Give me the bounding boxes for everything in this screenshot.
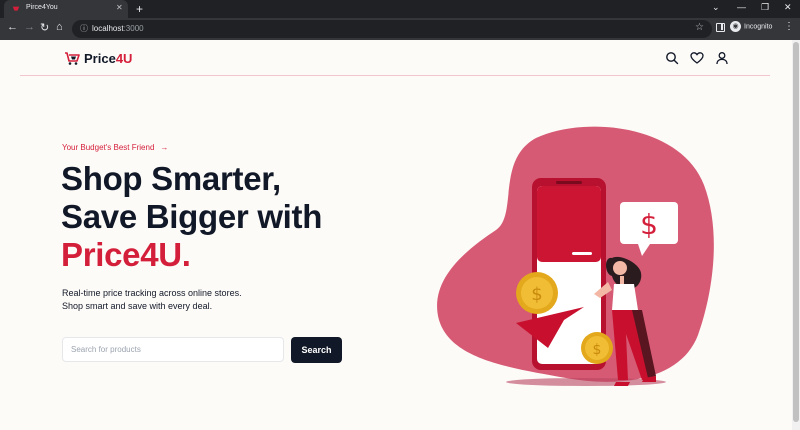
tab-search-icon[interactable]: ⌄ xyxy=(712,2,720,13)
url-text: localhost:3000 xyxy=(92,24,144,33)
arrow-right-icon: → xyxy=(160,143,169,152)
browser-toolbar: ← → ↻ ⌂ ⓘ localhost:3000 ☆ ◉ Incognito ⋮ xyxy=(0,18,800,40)
browser-tabstrip: Pirce4You ✕ + ⌄ — ❐ ✕ xyxy=(0,0,800,18)
search-button[interactable]: Search xyxy=(291,337,342,363)
search-icon[interactable] xyxy=(665,51,679,65)
coin-illustration: $ xyxy=(516,272,558,314)
page-content: Price4U Your Budget's Best Friend → Shop … xyxy=(0,40,792,430)
side-panel-icon[interactable] xyxy=(716,23,725,32)
tagline-link[interactable]: Your Budget's Best Friend → xyxy=(62,143,168,152)
close-tab-icon[interactable]: ✕ xyxy=(116,3,123,12)
new-tab-button[interactable]: + xyxy=(136,2,143,16)
tab-title: Pirce4You xyxy=(26,4,58,11)
incognito-indicator[interactable]: ◉ Incognito xyxy=(730,21,772,32)
reload-button[interactable]: ↻ xyxy=(40,21,49,34)
close-window-button[interactable]: ✕ xyxy=(784,2,792,13)
incognito-icon: ◉ xyxy=(730,21,741,32)
restore-button[interactable]: ❐ xyxy=(761,2,769,13)
scrollbar-thumb[interactable] xyxy=(793,42,799,422)
minimize-button[interactable]: — xyxy=(737,2,746,12)
svg-text:$: $ xyxy=(593,342,602,358)
forward-button[interactable]: → xyxy=(24,21,35,33)
header-divider xyxy=(20,75,770,76)
logo[interactable]: Price4U xyxy=(64,50,132,66)
favicon-icon xyxy=(12,6,20,11)
cart-logo-icon xyxy=(65,52,80,65)
svg-text:$: $ xyxy=(640,208,658,241)
user-icon[interactable] xyxy=(715,51,729,65)
search-input[interactable] xyxy=(62,337,284,362)
hero-illustration: $ $ $ xyxy=(437,126,714,386)
coin-illustration: $ xyxy=(581,332,613,364)
hero-headline: Shop Smarter, Save Bigger with Price4U. xyxy=(61,160,323,273)
heart-icon[interactable] xyxy=(690,51,704,65)
bookmark-star-icon[interactable]: ☆ xyxy=(695,22,704,33)
home-button[interactable]: ⌂ xyxy=(56,21,63,33)
menu-icon[interactable]: ⋮ xyxy=(784,21,794,32)
hero-description: Real-time price tracking across online s… xyxy=(62,288,242,311)
page-scrollbar[interactable] xyxy=(792,40,800,430)
browser-tab[interactable]: Pirce4You ✕ xyxy=(4,0,128,18)
back-button[interactable]: ← xyxy=(7,21,18,33)
info-icon[interactable]: ⓘ xyxy=(80,23,88,34)
address-bar[interactable]: ⓘ localhost:3000 ☆ xyxy=(72,20,712,38)
svg-text:$: $ xyxy=(531,284,542,305)
logo-text: Price4U xyxy=(84,50,133,66)
headline-brand: Price4U. xyxy=(61,236,191,273)
